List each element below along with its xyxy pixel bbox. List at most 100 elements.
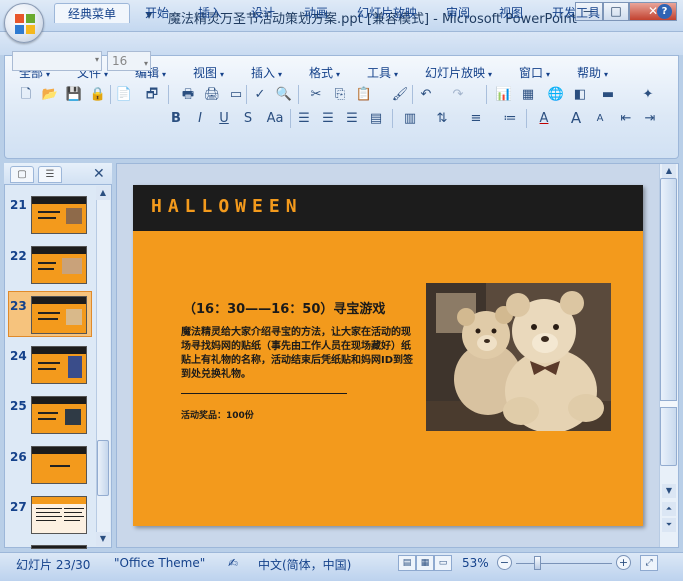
slide-divider-line — [181, 393, 347, 394]
tab-developer[interactable]: 开发工具 — [552, 3, 600, 23]
copy-icon[interactable]: ⎘ — [330, 85, 350, 104]
slide-thumbnail-24[interactable] — [31, 346, 87, 384]
scroll-up-icon[interactable]: ▲ — [96, 186, 110, 200]
slide-heading[interactable]: （16：30——16：50）寻宝游戏 — [183, 298, 385, 317]
tab-classic-menu[interactable]: 经典菜单 — [54, 3, 130, 23]
text-direction-icon[interactable]: ⇅ — [432, 109, 452, 128]
spelling-status-icon[interactable]: ✍ — [228, 556, 238, 570]
justify-icon[interactable]: ▤ — [366, 109, 386, 128]
increase-indent-icon[interactable]: ⇥ — [640, 109, 660, 128]
chart-icon[interactable]: 📊 — [494, 85, 514, 104]
quick-print-icon[interactable]: 🖨 — [202, 85, 222, 104]
tab-slideshow[interactable]: 幻灯片放映 — [357, 3, 417, 23]
slide-body-text[interactable]: 魔法精灵给大家介绍寻宝的方法，让大家在活动的现场寻找妈网的贴纸（事先由工作人员在… — [181, 326, 417, 382]
help-icon[interactable]: ? — [657, 4, 672, 19]
tab-home[interactable]: 开始 — [145, 3, 169, 23]
maximize-button[interactable]: □ — [603, 2, 629, 21]
slides-tab-icon[interactable]: ▢ — [10, 166, 34, 183]
zoom-out-icon[interactable]: − — [497, 555, 512, 570]
font-color-icon[interactable]: A — [534, 109, 554, 128]
spelling-icon[interactable]: ✓ — [250, 85, 270, 104]
next-slide-icon[interactable]: ⏷ — [662, 518, 676, 532]
menu-help[interactable]: 帮助 ▾ — [577, 64, 608, 81]
grayscale-icon[interactable]: ◧ — [570, 85, 590, 104]
font-name-select[interactable]: ▾ — [12, 51, 102, 71]
change-case-icon[interactable]: Aa — [262, 109, 288, 128]
zoom-slider-thumb[interactable] — [534, 556, 541, 570]
slide-thumbnail-23[interactable] — [31, 296, 87, 334]
tab-animation[interactable]: 动画 — [304, 3, 328, 23]
normal-view-icon[interactable]: ▤ — [398, 555, 416, 571]
open-folder-icon[interactable]: 📂 — [40, 85, 60, 104]
cut-icon[interactable]: ✂ — [306, 85, 326, 104]
menu-view[interactable]: 视图 ▾ — [193, 64, 224, 81]
slide-thumbnail-25[interactable] — [31, 396, 87, 434]
slide-number: 23 — [10, 299, 27, 313]
tab-review[interactable]: 审阅 — [446, 3, 470, 23]
shadow-icon[interactable]: S — [238, 109, 258, 128]
print-preview-icon[interactable]: 🗗 — [142, 85, 162, 104]
menu-format[interactable]: 格式 ▾ — [309, 64, 340, 81]
toolbar-separator — [246, 85, 247, 104]
slide-prize-text[interactable]: 活动奖品：100份 — [181, 408, 254, 421]
slideshow-view-icon[interactable]: ▭ — [434, 555, 452, 571]
italic-icon[interactable]: I — [190, 109, 210, 128]
slide-thumbnail-28-partial[interactable] — [31, 545, 87, 549]
tab-view[interactable]: 视图 — [499, 3, 523, 23]
print-icon[interactable]: 🖶 — [178, 85, 198, 104]
format-painter-icon[interactable]: 🖌 — [390, 85, 410, 104]
tab-insert[interactable]: 插入 — [198, 3, 222, 23]
zoom-level[interactable]: 53% — [462, 556, 489, 570]
screen-icon[interactable]: ▭ — [226, 85, 246, 104]
slide-sorter-icon[interactable]: ▦ — [416, 555, 434, 571]
bullets-icon[interactable]: ≔ — [500, 109, 520, 128]
fit-to-window-icon[interactable]: ⤢ — [640, 555, 658, 571]
undo-toolbar-icon[interactable]: ↶ — [416, 85, 436, 104]
slide-scroll-up-icon[interactable]: ▲ — [662, 164, 676, 178]
color-display-icon[interactable]: ▬ — [598, 85, 618, 104]
save-disk-icon[interactable]: 💾 — [64, 85, 84, 104]
slide-thumbnail-26[interactable] — [31, 446, 87, 484]
new-slide-icon[interactable]: ✦ — [638, 85, 658, 104]
zoom-in-icon[interactable]: + — [616, 555, 631, 570]
decrease-indent-icon[interactable]: ⇤ — [616, 109, 636, 128]
slide-number: 26 — [10, 450, 27, 464]
columns-icon[interactable]: ▥ — [400, 109, 420, 128]
globe-icon[interactable]: 🌐 — [546, 85, 566, 104]
slide-scroll-down-icon[interactable]: ▼ — [662, 484, 676, 498]
table-icon[interactable]: ▦ — [518, 85, 538, 104]
underline-icon[interactable]: U — [214, 109, 234, 128]
permission-icon[interactable]: 🔒 — [88, 85, 108, 104]
menu-tools[interactable]: 工具 ▾ — [367, 64, 398, 81]
menu-insert[interactable]: 插入 ▾ — [251, 64, 282, 81]
align-center-icon[interactable]: ☰ — [318, 109, 338, 128]
font-size-select[interactable]: 16 ▾ — [107, 51, 151, 71]
office-button[interactable] — [4, 3, 44, 43]
pdf-icon[interactable]: 📄 — [114, 85, 134, 104]
align-left-icon[interactable]: ☰ — [294, 109, 314, 128]
slide-thumbnail-22[interactable] — [31, 246, 87, 284]
slide-scroll-thumb[interactable] — [660, 178, 677, 466]
bold-icon[interactable]: B — [166, 109, 186, 128]
slide-thumbnail-21[interactable] — [31, 196, 87, 234]
new-document-icon[interactable]: 🗋 — [16, 85, 36, 104]
grow-font-icon[interactable]: A — [566, 109, 586, 128]
menu-slideshow[interactable]: 幻灯片放映 ▾ — [425, 64, 492, 81]
zoom-slider-track[interactable] — [516, 563, 612, 564]
paste-icon[interactable]: 📋 — [354, 85, 374, 104]
menu-window[interactable]: 窗口 ▾ — [519, 64, 550, 81]
previous-slide-icon[interactable]: ⏶ — [662, 502, 676, 516]
shrink-font-icon[interactable]: A — [590, 109, 610, 128]
numbering-icon[interactable]: ≡ — [466, 109, 486, 128]
align-right-icon[interactable]: ☰ — [342, 109, 362, 128]
slide-number: 24 — [10, 349, 27, 363]
slide-brand-text[interactable]: HALLOWEEN — [151, 196, 303, 217]
tab-design[interactable]: 设计 — [251, 3, 275, 23]
close-panel-icon[interactable]: ✕ — [93, 166, 105, 182]
teddy-bear-photo[interactable] — [426, 283, 611, 431]
research-icon[interactable]: 🔍 — [274, 85, 294, 104]
slide-thumbnail-27[interactable] — [31, 496, 87, 534]
outline-tab-icon[interactable]: ☰ — [38, 166, 62, 183]
scroll-down-icon[interactable]: ▼ — [96, 532, 110, 546]
thumbnail-scroll-thumb[interactable] — [97, 440, 109, 496]
